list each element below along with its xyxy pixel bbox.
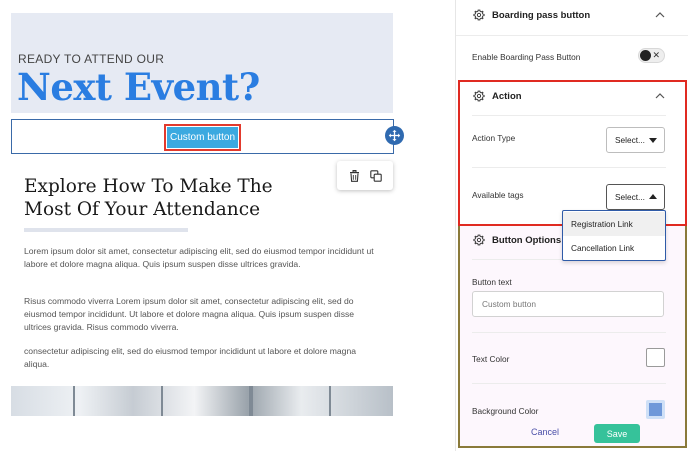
available-tags-select[interactable]: Select... bbox=[606, 184, 665, 210]
background-color-swatch[interactable] bbox=[646, 400, 665, 419]
save-button[interactable]: Save bbox=[594, 424, 640, 443]
title-divider bbox=[24, 228, 188, 232]
button-text-input[interactable] bbox=[472, 291, 664, 317]
settings-panel: Boarding pass button Enable Boarding Pas… bbox=[455, 0, 688, 451]
action-type-select[interactable]: Select... bbox=[606, 127, 665, 153]
action-type-label: Action Type bbox=[472, 133, 516, 143]
enable-boarding-toggle[interactable]: ✕ bbox=[638, 48, 665, 63]
button-text-label: Button text bbox=[472, 277, 512, 287]
available-tags-value: Select... bbox=[615, 192, 645, 202]
close-icon: ✕ bbox=[652, 50, 660, 60]
gear-icon bbox=[473, 9, 485, 21]
chevron-up-icon[interactable] bbox=[655, 92, 665, 99]
chevron-up-icon[interactable] bbox=[655, 11, 665, 18]
background-color-label: Background Color bbox=[472, 406, 539, 416]
button-block[interactable]: Custom button bbox=[11, 119, 394, 154]
caret-up-icon bbox=[649, 194, 657, 199]
duplicate-icon[interactable] bbox=[368, 168, 384, 184]
hero-title: Next Event? bbox=[17, 65, 260, 109]
gear-icon bbox=[473, 90, 485, 102]
action-section-title[interactable]: Action bbox=[492, 91, 522, 102]
hero-block[interactable]: READY TO ATTEND OUR Next Event? bbox=[11, 13, 393, 113]
selected-button-outline: Custom button bbox=[164, 124, 241, 151]
event-photo bbox=[11, 386, 393, 416]
caret-down-icon bbox=[649, 138, 657, 143]
body-paragraph: Risus commodo viverra Lorem ipsum dolor … bbox=[24, 296, 355, 332]
custom-button[interactable]: Custom button bbox=[167, 127, 238, 148]
available-tags-label: Available tags bbox=[472, 190, 524, 200]
tags-dropdown-menu: Registration Link Cancellation Link bbox=[562, 210, 666, 261]
gear-icon bbox=[473, 234, 485, 246]
text-color-swatch[interactable] bbox=[646, 348, 665, 367]
trash-icon[interactable] bbox=[346, 168, 362, 184]
button-options-title[interactable]: Button Options bbox=[492, 235, 561, 246]
block-toolbar bbox=[337, 161, 393, 190]
editor-canvas: READY TO ATTEND OUR Next Event? Custom b… bbox=[0, 0, 455, 451]
text-color-label: Text Color bbox=[472, 354, 510, 364]
cancel-button[interactable]: Cancel bbox=[531, 427, 559, 437]
dropdown-option-cancellation-link[interactable]: Cancellation Link bbox=[563, 236, 665, 260]
hero-eyebrow: READY TO ATTEND OUR bbox=[18, 52, 165, 66]
boarding-section-title[interactable]: Boarding pass button bbox=[492, 10, 590, 21]
move-icon[interactable] bbox=[385, 126, 404, 145]
action-type-value: Select... bbox=[615, 135, 645, 145]
body-paragraph: consectetur adipiscing elit, sed do eius… bbox=[24, 346, 357, 369]
enable-boarding-label: Enable Boarding Pass Button bbox=[472, 52, 581, 62]
toggle-knob bbox=[640, 50, 651, 61]
body-paragraph: Lorem ipsum dolor sit amet, consectetur … bbox=[24, 246, 374, 269]
section-title: Explore How To Make The Most Of Your Att… bbox=[24, 176, 273, 220]
dropdown-option-registration-link[interactable]: Registration Link bbox=[563, 212, 665, 236]
